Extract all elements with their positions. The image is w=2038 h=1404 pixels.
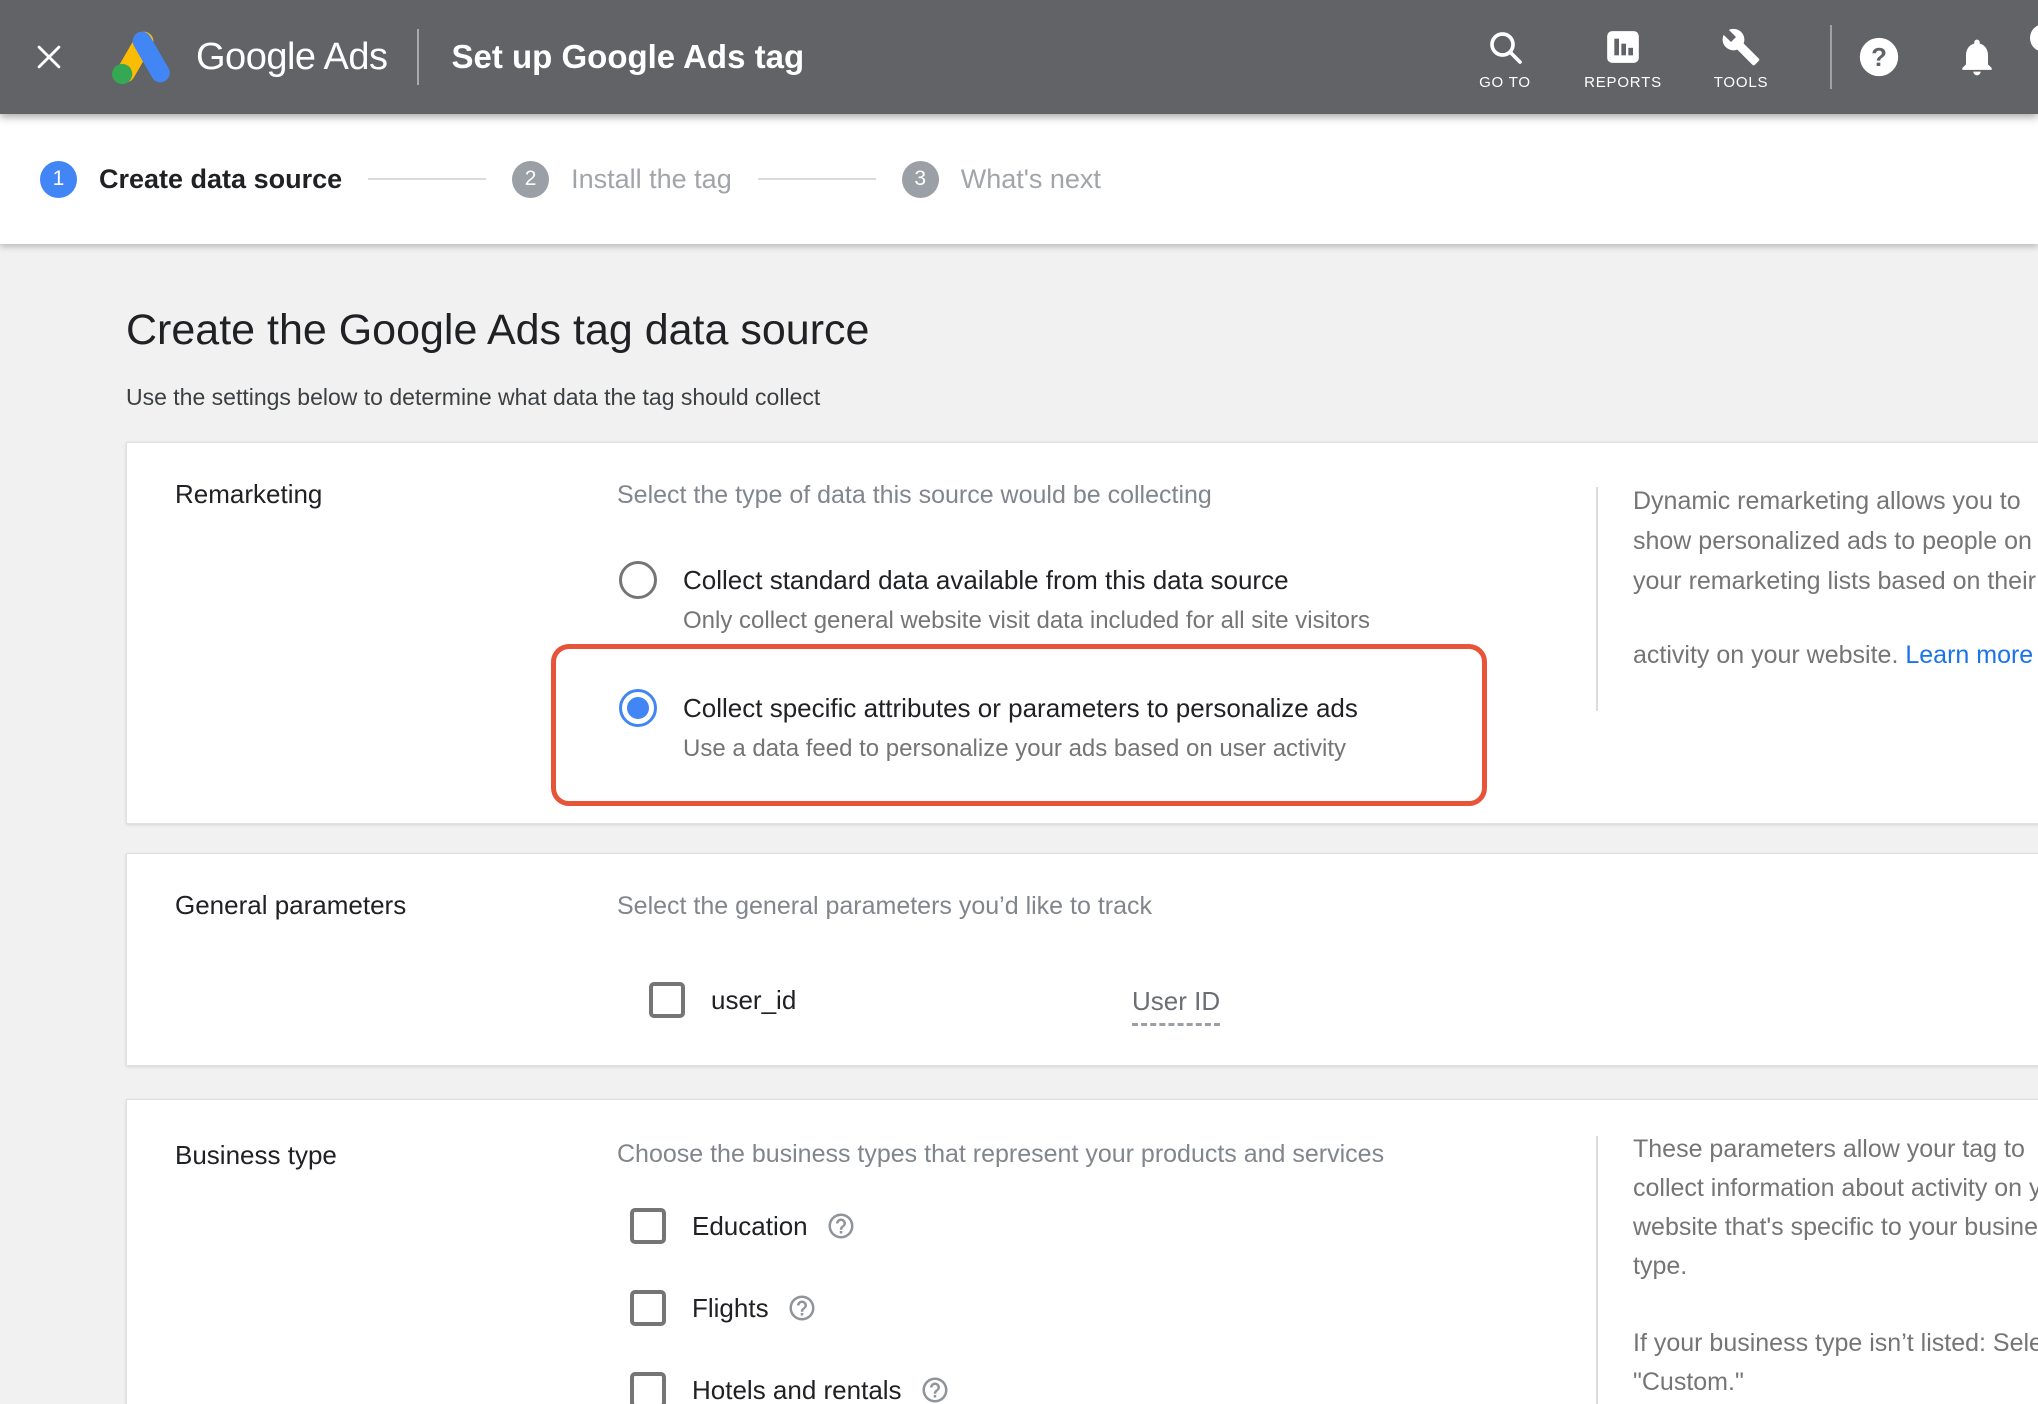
bar-chart-icon bbox=[1603, 23, 1643, 67]
nav-go-to-label: GO TO bbox=[1479, 74, 1531, 91]
step-1-create-data-source[interactable]: 1 Create data source bbox=[40, 160, 343, 198]
option-standard-label: Collect standard data available from thi… bbox=[683, 565, 1289, 595]
nav-reports-label: REPORTS bbox=[1584, 74, 1662, 91]
checkbox-row-hotels-and-rentals[interactable]: Hotels and rentals bbox=[630, 1372, 950, 1404]
help-outline-icon[interactable] bbox=[826, 1211, 856, 1241]
checkbox-row-flights[interactable]: Flights bbox=[630, 1290, 817, 1326]
divider bbox=[1830, 25, 1832, 89]
page-title: Create the Google Ads tag data source bbox=[126, 306, 870, 354]
step-3-whats-next[interactable]: 3 What's next bbox=[901, 160, 1101, 198]
side-note-paragraph-2: If your business type isn’t listed: Sele… bbox=[1633, 1329, 2038, 1396]
radio-button-selected[interactable] bbox=[619, 689, 657, 727]
step-connector bbox=[368, 178, 487, 180]
remarketing-description: Select the type of data this source woul… bbox=[617, 481, 1212, 509]
nav-tools-label: TOOLS bbox=[1713, 74, 1769, 91]
divider bbox=[1596, 1136, 1598, 1404]
divider bbox=[417, 29, 420, 85]
header-actions: GO TO REPORTS TOOLS ? bbox=[1446, 0, 2038, 114]
flights-checkbox[interactable] bbox=[630, 1290, 666, 1326]
step-2-number: 2 bbox=[512, 160, 550, 198]
divider bbox=[1596, 487, 1598, 711]
page-title-header: Set up Google Ads tag bbox=[451, 38, 805, 75]
help-outline-icon[interactable] bbox=[920, 1375, 950, 1404]
general-parameters-description: Select the general parameters you’d like… bbox=[617, 892, 1152, 920]
progress-stepper: 1 Create data source 2 Install the tag 3… bbox=[0, 114, 2038, 244]
step-1-label: Create data source bbox=[99, 163, 343, 194]
step-3-label: What's next bbox=[960, 163, 1101, 194]
step-2-install-the-tag[interactable]: 2 Install the tag bbox=[512, 160, 732, 198]
user-id-tooltip-link[interactable]: User ID bbox=[1132, 986, 1221, 1026]
remarketing-card: Remarketing Select the type of data this… bbox=[126, 442, 2038, 824]
checkbox-row-education[interactable]: Education bbox=[630, 1208, 856, 1244]
help-outline-icon[interactable] bbox=[787, 1293, 817, 1323]
google-ads-logo-icon bbox=[112, 31, 170, 85]
remarketing-label: Remarketing bbox=[175, 479, 323, 509]
business-type-side-note: These parameters allow your tag to colle… bbox=[1633, 1130, 2038, 1402]
education-label: Education bbox=[692, 1210, 808, 1241]
option-texts: Collect standard data available from thi… bbox=[683, 561, 1370, 635]
nav-reports[interactable]: REPORTS bbox=[1564, 23, 1682, 91]
step-3-number: 3 bbox=[901, 160, 939, 198]
app-header: Google Ads Set up Google Ads tag GO TO R… bbox=[0, 0, 2038, 114]
general-parameters-card: General parameters Select the general pa… bbox=[126, 853, 2038, 1066]
business-type-label: Business type bbox=[175, 1140, 337, 1170]
business-type-card: Business type Choose the business types … bbox=[126, 1099, 2038, 1404]
option-specific-sublabel: Use a data feed to personalize your ads … bbox=[683, 735, 1347, 762]
remarketing-side-note: Dynamic remarketing allows you to show p… bbox=[1633, 481, 2038, 675]
search-icon bbox=[1485, 23, 1525, 67]
option-texts: Collect specific attributes or parameter… bbox=[683, 689, 1358, 763]
radio-button-unselected[interactable] bbox=[619, 561, 657, 599]
hotels-and-rentals-label: Hotels and rentals bbox=[692, 1374, 902, 1404]
svg-text:?: ? bbox=[1871, 44, 1887, 72]
main-content: Create the Google Ads tag data source Us… bbox=[0, 244, 2038, 1404]
hotels-and-rentals-checkbox[interactable] bbox=[630, 1372, 666, 1404]
nav-go-to[interactable]: GO TO bbox=[1446, 23, 1564, 91]
page-subtitle: Use the settings below to determine what… bbox=[126, 384, 821, 410]
wrench-icon bbox=[1721, 23, 1761, 67]
business-type-description: Choose the business types that represent… bbox=[617, 1140, 1385, 1168]
learn-more-link[interactable]: Learn more bbox=[1905, 635, 2033, 675]
user-id-label: user_id bbox=[711, 984, 797, 1015]
radio-option-specific-attributes[interactable]: Collect specific attributes or parameter… bbox=[619, 689, 1358, 763]
flights-label: Flights bbox=[692, 1292, 769, 1323]
step-2-label: Install the tag bbox=[571, 163, 732, 194]
close-icon[interactable] bbox=[30, 38, 68, 76]
step-1-number: 1 bbox=[40, 160, 77, 198]
notifications-bell-icon[interactable] bbox=[1954, 34, 2000, 80]
user-id-checkbox[interactable] bbox=[649, 982, 685, 1018]
checkbox-row-user-id[interactable]: user_id bbox=[649, 982, 796, 1018]
nav-tools[interactable]: TOOLS bbox=[1682, 23, 1800, 91]
radio-option-standard-data[interactable]: Collect standard data available from thi… bbox=[619, 561, 1370, 635]
step-connector bbox=[757, 178, 876, 180]
general-parameters-label: General parameters bbox=[175, 890, 407, 920]
side-note-paragraph-1: These parameters allow your tag to colle… bbox=[1633, 1135, 2038, 1280]
option-standard-sublabel: Only collect general website visit data … bbox=[683, 607, 1370, 634]
app-name: Google Ads bbox=[196, 35, 388, 78]
help-icon[interactable]: ? bbox=[1856, 34, 1902, 80]
option-specific-label: Collect specific attributes or parameter… bbox=[683, 693, 1358, 723]
education-checkbox[interactable] bbox=[630, 1208, 666, 1244]
